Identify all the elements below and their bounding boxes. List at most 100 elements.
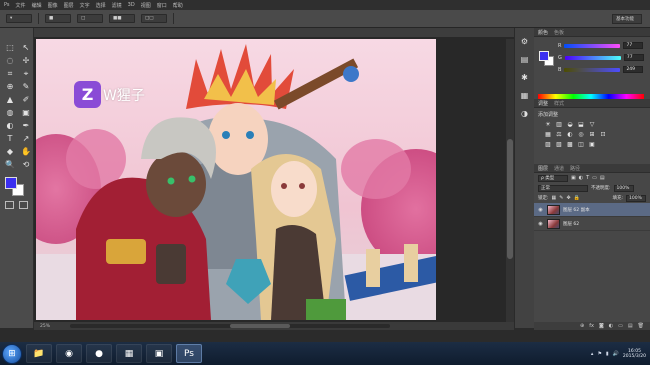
- red-slider[interactable]: R 77: [558, 41, 648, 50]
- foreground-color-swatch[interactable]: [5, 177, 17, 189]
- tray-expand-icon[interactable]: ▴: [591, 351, 594, 357]
- zoom-level[interactable]: 25%: [40, 324, 50, 329]
- gradient-tool-icon[interactable]: ▣: [19, 107, 33, 119]
- brush-tool-icon[interactable]: ✎: [19, 81, 33, 93]
- layer-name[interactable]: 图层 62 副本: [563, 207, 590, 213]
- menu-item[interactable]: 选择: [96, 2, 106, 9]
- filter-smart-icon[interactable]: ▤: [600, 175, 605, 181]
- selection-new-button[interactable]: ■: [45, 14, 71, 23]
- app-taskbar-icon[interactable]: ▦: [116, 344, 142, 363]
- menu-item[interactable]: 视图: [141, 2, 151, 9]
- filter-type-icon[interactable]: T: [586, 175, 589, 181]
- quick-select-tool-icon[interactable]: ✢: [19, 55, 33, 67]
- visibility-eye-icon[interactable]: ◉: [537, 207, 544, 213]
- screen-mode-icon[interactable]: [19, 201, 28, 209]
- black-white-icon[interactable]: ◐: [566, 131, 574, 138]
- layer-row[interactable]: ◉ 图层 62 副本: [534, 203, 650, 217]
- color-lookup-icon[interactable]: ⊡: [599, 131, 607, 138]
- vertical-scroll-thumb[interactable]: [507, 139, 513, 259]
- marquee-tool-icon[interactable]: ⬚: [3, 42, 17, 54]
- vibrance-icon[interactable]: ▽: [588, 121, 596, 128]
- photoshop-taskbar-icon[interactable]: Ps: [176, 344, 202, 363]
- tab-layers[interactable]: 图层: [538, 165, 548, 172]
- shape-tool-icon[interactable]: ◆: [3, 146, 17, 158]
- levels-icon[interactable]: ▥: [555, 121, 563, 128]
- photo-filter-icon[interactable]: ◎: [577, 131, 585, 138]
- tray-volume-icon[interactable]: 🔊: [613, 351, 619, 357]
- trash-icon[interactable]: 🗑: [638, 323, 644, 329]
- dock-adjust-icon[interactable]: ◑: [519, 108, 530, 118]
- menu-item[interactable]: 窗口: [157, 2, 167, 9]
- fx-icon[interactable]: fx: [589, 323, 594, 329]
- app-taskbar-icon[interactable]: ▣: [146, 344, 172, 363]
- selection-add-button[interactable]: □: [77, 14, 103, 23]
- green-slider[interactable]: G 77: [558, 53, 648, 62]
- layer-row[interactable]: ◉ 图层 62: [534, 217, 650, 231]
- green-track[interactable]: [564, 55, 621, 60]
- dock-settings-icon[interactable]: ⚙: [519, 36, 530, 46]
- link-layers-icon[interactable]: ⊕: [580, 323, 584, 329]
- horizontal-scrollbar[interactable]: [70, 324, 391, 328]
- tray-network-icon[interactable]: ▮: [606, 351, 609, 357]
- invert-icon[interactable]: ▨: [544, 141, 552, 148]
- hand-tool-icon[interactable]: ✋: [19, 146, 33, 158]
- filter-pixel-icon[interactable]: ▣: [571, 175, 576, 181]
- eraser-tool-icon[interactable]: ◍: [3, 107, 17, 119]
- tray-flag-icon[interactable]: ⚑: [597, 351, 601, 357]
- filter-adjust-icon[interactable]: ◐: [579, 175, 583, 181]
- menu-item[interactable]: Ps: [4, 2, 10, 8]
- history-brush-tool-icon[interactable]: ✐: [19, 94, 33, 106]
- mask-icon[interactable]: ◙: [599, 323, 604, 329]
- lasso-tool-icon[interactable]: ◌: [3, 55, 17, 67]
- menu-item[interactable]: 图层: [64, 2, 74, 9]
- type-tool-icon[interactable]: T: [3, 133, 17, 145]
- opacity-input[interactable]: 100%: [613, 184, 634, 192]
- channel-mixer-icon[interactable]: ⊞: [588, 131, 596, 138]
- horizontal-scroll-thumb[interactable]: [230, 324, 291, 328]
- new-group-icon[interactable]: ▭: [618, 323, 623, 329]
- gradient-map-icon[interactable]: ◫: [577, 141, 585, 148]
- rotate-view-tool-icon[interactable]: ⟲: [19, 159, 33, 171]
- lock-image-icon[interactable]: ✎: [559, 195, 563, 201]
- new-adjustment-icon[interactable]: ◐: [609, 323, 613, 329]
- blue-slider[interactable]: B 249: [558, 65, 648, 74]
- posterize-icon[interactable]: ▧: [555, 141, 563, 148]
- vertical-scrollbar[interactable]: [506, 39, 514, 322]
- dock-swatches-icon[interactable]: ▦: [519, 90, 530, 100]
- selection-intersect-button[interactable]: □□: [141, 14, 167, 23]
- red-track[interactable]: [564, 43, 621, 48]
- tab-channels[interactable]: 通道: [554, 165, 564, 172]
- color-balance-icon[interactable]: ⚖: [555, 131, 563, 138]
- menu-item[interactable]: 编辑: [32, 2, 42, 9]
- visibility-eye-icon[interactable]: ◉: [537, 221, 544, 227]
- clock[interactable]: 16:05 2015/3/20: [623, 349, 646, 359]
- color-spectrum-bar[interactable]: [538, 94, 644, 99]
- layer-filter-select[interactable]: ρ 类型: [538, 174, 568, 182]
- panel-foreground-swatch[interactable]: [539, 51, 549, 61]
- filter-shape-icon[interactable]: ▭: [592, 175, 597, 181]
- green-value[interactable]: 77: [623, 54, 644, 61]
- quick-mask-icon[interactable]: [5, 201, 14, 209]
- crop-tool-icon[interactable]: ⌗: [3, 68, 17, 80]
- green-app-taskbar-icon[interactable]: ●: [86, 344, 112, 363]
- selection-subtract-button[interactable]: ■■: [109, 14, 135, 23]
- menu-item[interactable]: 文字: [80, 2, 90, 9]
- browser-taskbar-icon[interactable]: ◉: [56, 344, 82, 363]
- tab-swatches[interactable]: 色板: [554, 29, 564, 36]
- start-button[interactable]: ⊞: [2, 343, 22, 364]
- tab-styles[interactable]: 样式: [554, 100, 564, 107]
- eyedropper-tool-icon[interactable]: ⌖: [19, 68, 33, 80]
- menu-item[interactable]: 3D: [128, 2, 135, 8]
- new-layer-icon[interactable]: ▤: [628, 323, 633, 329]
- workspace-select[interactable]: 基本功能: [612, 13, 642, 24]
- menu-item[interactable]: 滤镜: [112, 2, 122, 9]
- hue-saturation-icon[interactable]: ▦: [544, 131, 552, 138]
- menu-item[interactable]: 帮助: [173, 2, 183, 9]
- clone-stamp-tool-icon[interactable]: ▲: [3, 94, 17, 106]
- brightness-icon[interactable]: ☀: [544, 121, 552, 128]
- dock-brush-icon[interactable]: ✱: [519, 72, 530, 82]
- menu-item[interactable]: 文件: [16, 2, 26, 9]
- layer-name[interactable]: 图层 62: [563, 221, 579, 227]
- move-tool-icon[interactable]: ↖: [19, 42, 33, 54]
- blue-value[interactable]: 249: [623, 66, 644, 73]
